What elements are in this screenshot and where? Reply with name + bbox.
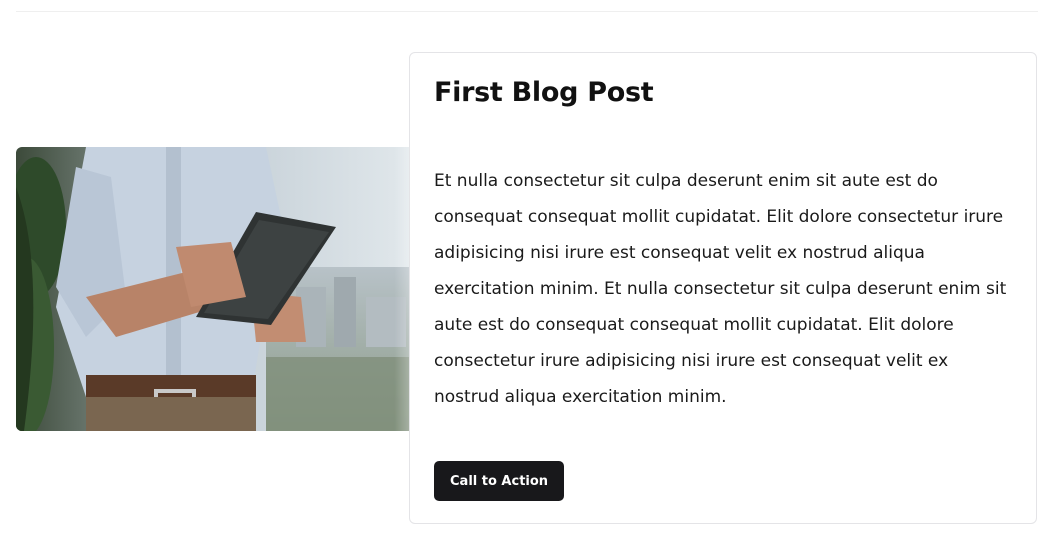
top-divider <box>16 11 1038 12</box>
post-body: Et nulla consectetur sit culpa deserunt … <box>434 171 1007 407</box>
blog-post-image <box>16 147 446 431</box>
blog-post-card: First Blog Post Et nulla consectetur sit… <box>409 52 1037 524</box>
post-title: First Blog Post <box>434 77 654 108</box>
call-to-action-button[interactable]: Call to Action <box>434 461 565 501</box>
